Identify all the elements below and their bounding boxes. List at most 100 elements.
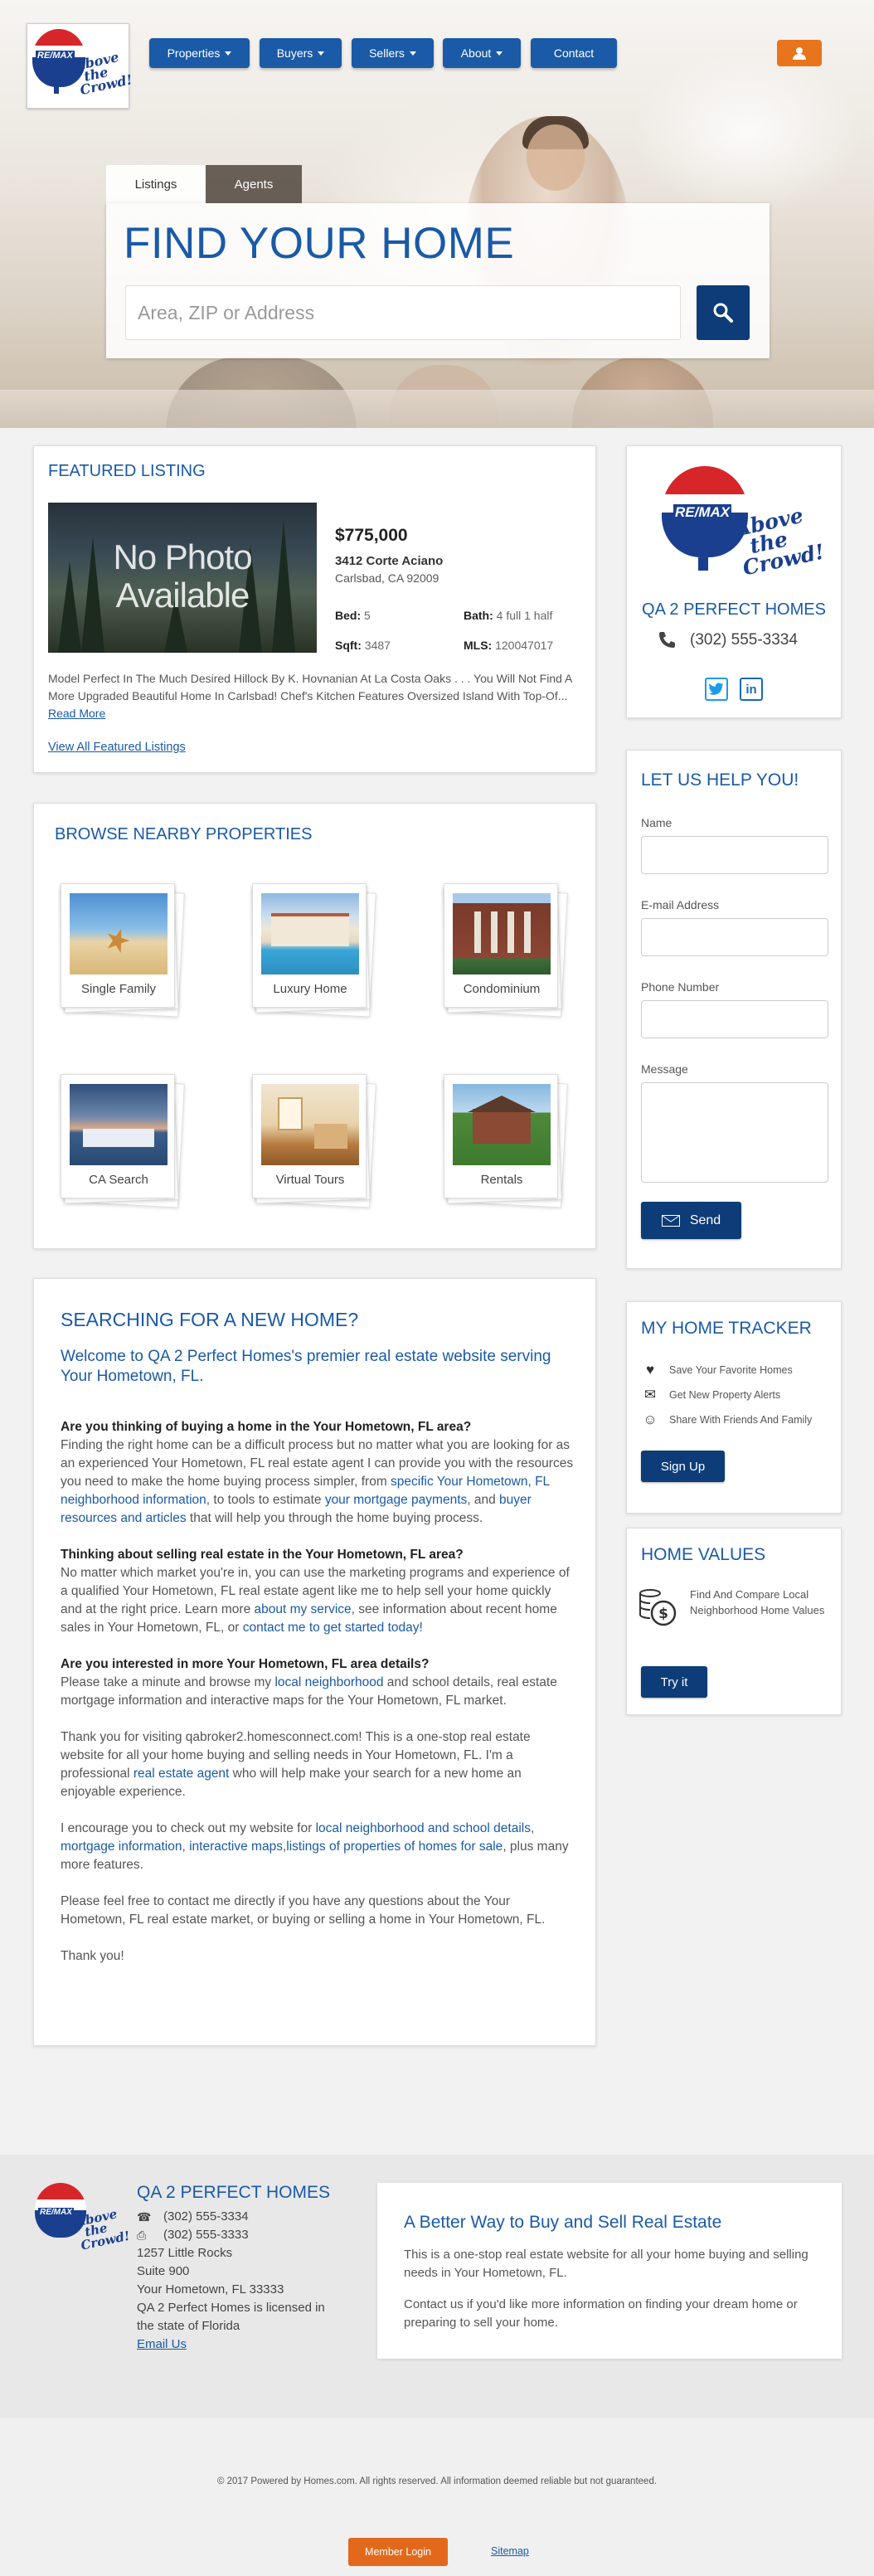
tile-luxury-home[interactable]: Luxury Home <box>251 883 376 1020</box>
local-neighborhood-link[interactable]: local neighborhood <box>274 1675 383 1689</box>
fax-icon: ⎙ <box>137 2228 147 2242</box>
nav-properties[interactable]: Properties <box>149 38 250 68</box>
homes-for-sale-link[interactable]: listings of properties of homes for sale <box>286 1840 503 1854</box>
luxury-home-photo <box>261 893 359 975</box>
article-paragraph-selling: No matter which market you're in, you ca… <box>61 1566 570 1635</box>
promo-title: A Better Way to Buy and Sell Real Estate <box>404 2213 722 2232</box>
try-it-button[interactable]: Try it <box>641 1666 707 1698</box>
user-account-button[interactable] <box>777 40 822 66</box>
nav-about[interactable]: About <box>443 38 521 68</box>
coins-dollar-icon: $ <box>639 1587 677 1626</box>
agent-logo: RE/MAX Above the Crowd! <box>657 463 827 587</box>
tracker-title: MY HOME TRACKER <box>641 1319 812 1338</box>
linkedin-icon: in <box>745 682 757 697</box>
email-us-link[interactable]: Email Us <box>137 2337 187 2351</box>
article-paragraph-thanks: Thank you for visiting qabroker2.homesco… <box>61 1730 531 1799</box>
tab-listings[interactable]: Listings <box>106 165 206 203</box>
tile-label: Single Family <box>80 982 157 996</box>
virtual-tours-photo <box>261 1084 359 1165</box>
listing-baths: Bath: 4 full 1 half <box>464 609 553 622</box>
member-login-button[interactable]: Member Login <box>348 2538 448 2566</box>
contact-me-link[interactable]: contact me to get started today! <box>243 1621 423 1635</box>
footer-address-2: Suite 900 <box>137 2264 190 2278</box>
envelope-icon: ✉ <box>643 1387 657 1402</box>
featured-title: FEATURED LISTING <box>48 462 206 480</box>
featured-listing-card: FEATURED LISTING No Photo Available $775… <box>33 445 596 773</box>
message-field[interactable] <box>641 1082 828 1183</box>
tracker-item-alerts: ✉ Get New Property Alerts <box>641 1387 780 1403</box>
phone-icon <box>659 632 675 648</box>
agent-phone[interactable]: (302) 555-3334 <box>657 630 798 650</box>
chevron-down-icon <box>409 51 416 56</box>
footer-phone-1[interactable]: ☎ (302) 555-3334 <box>137 2208 336 2226</box>
article-paragraph-details: Please take a minute and browse my local… <box>61 1675 557 1708</box>
search-button[interactable] <box>697 285 750 340</box>
view-all-featured-link[interactable]: View All Featured Listings <box>48 741 186 754</box>
rentals-photo <box>453 1084 551 1165</box>
tile-label: Virtual Tours <box>275 1173 345 1187</box>
twitter-link[interactable] <box>705 678 728 701</box>
nav-contact[interactable]: Contact <box>531 38 617 68</box>
interactive-maps-link[interactable]: interactive maps <box>189 1840 283 1854</box>
home-values-card: HOME VALUES $ Find And Compare Local Nei… <box>626 1528 842 1715</box>
footer-logo[interactable]: RE/MAX Above the Crowd! <box>33 2183 131 2263</box>
article-heading-buying: Are you thinking of buying a home in the… <box>61 1420 472 1434</box>
footer-address-3: Your Hometown, FL 33333 <box>137 2282 284 2297</box>
phone-icon: ☎ <box>137 2210 152 2224</box>
article-heading-selling: Thinking about selling real estate in th… <box>61 1548 464 1562</box>
no-photo-line1: No Photo <box>113 537 252 576</box>
article-heading-details: Are you interested in more Your Hometown… <box>61 1657 430 1671</box>
home-tracker-card: MY HOME TRACKER ♥ Save Your Favorite Home… <box>626 1301 842 1514</box>
real-estate-agent-link[interactable]: real estate agent <box>134 1767 229 1781</box>
home-values-text: Find And Compare Local Neighborhood Home… <box>690 1588 825 1616</box>
listing-description: Model Perfect In The Much Desired Hilloc… <box>48 672 572 720</box>
tile-virtual-tours[interactable]: Virtual Tours <box>251 1074 376 1211</box>
email-label: E-mail Address <box>641 898 720 911</box>
listing-address: 3412 Corte Aciano <box>335 554 444 568</box>
sub-footer: © 2017 Powered by Homes.com. All rights … <box>0 2418 874 2576</box>
tile-condominium[interactable]: Condominium <box>443 883 568 1020</box>
linkedin-link[interactable]: in <box>740 678 763 701</box>
tile-ca-search[interactable]: CA Search <box>60 1074 185 1211</box>
envelope-icon <box>661 1214 680 1227</box>
name-field[interactable] <box>641 836 828 874</box>
article-card: SEARCHING FOR A NEW HOME? Welcome to QA … <box>33 1278 596 2046</box>
remax-logo-text: RE/MAX <box>38 2208 74 2217</box>
promo-paragraph-1: This is a one-stop real estate website f… <box>404 2248 808 2280</box>
nav-buyers[interactable]: Buyers <box>260 38 342 68</box>
nav-sellers[interactable]: Sellers <box>352 38 434 68</box>
search-input[interactable] <box>125 285 681 340</box>
tile-single-family[interactable]: Single Family <box>60 883 185 1020</box>
email-field[interactable] <box>641 918 828 956</box>
tile-rentals[interactable]: Rentals <box>443 1074 568 1211</box>
send-button[interactable]: Send <box>641 1202 741 1239</box>
school-details-link[interactable]: local neighborhood and school details <box>316 1821 531 1835</box>
phone-field[interactable] <box>641 1000 828 1038</box>
article-paragraph-closing: Thank you! <box>61 1949 124 1963</box>
home-values-title: HOME VALUES <box>641 1545 766 1564</box>
footer: RE/MAX Above the Crowd! QA 2 PERFECT HOM… <box>0 2155 874 2418</box>
footer-phone-2[interactable]: ⎙ (302) 555-3333 <box>137 2226 336 2244</box>
tile-label: Luxury Home <box>273 982 347 996</box>
about-service-link[interactable]: about my service <box>255 1602 352 1616</box>
footer-address-1: 1257 Little Rocks <box>137 2246 233 2260</box>
article-title: SEARCHING FOR A NEW HOME? <box>61 1309 359 1330</box>
tracker-item-save: ♥ Save Your Favorite Homes <box>641 1362 793 1378</box>
copyright-text: © 2017 Powered by Homes.com. All rights … <box>216 2476 658 2486</box>
read-more-link[interactable]: Read More <box>48 707 105 720</box>
sign-up-button[interactable]: Sign Up <box>641 1451 725 1482</box>
sitemap-link[interactable]: Sitemap <box>491 2545 529 2557</box>
mortgage-payments-link[interactable]: your mortgage payments <box>325 1493 467 1507</box>
footer-promo-card: A Better Way to Buy and Sell Real Estate… <box>377 2183 842 2359</box>
tile-label: Condominium <box>463 982 541 996</box>
listing-sqft: Sqft: 3487 <box>335 639 391 652</box>
condominium-photo <box>453 893 551 975</box>
listing-city: Carlsbad, CA 92009 <box>335 571 439 585</box>
site-logo[interactable]: RE/MAX Above the Crowd! <box>27 23 134 109</box>
name-label: Name <box>641 816 672 829</box>
user-icon <box>793 47 806 60</box>
chevron-down-icon <box>225 51 232 56</box>
listing-photo[interactable]: No Photo Available <box>48 503 317 653</box>
mortgage-info-link[interactable]: mortgage information <box>61 1840 182 1854</box>
tab-agents[interactable]: Agents <box>206 165 302 203</box>
